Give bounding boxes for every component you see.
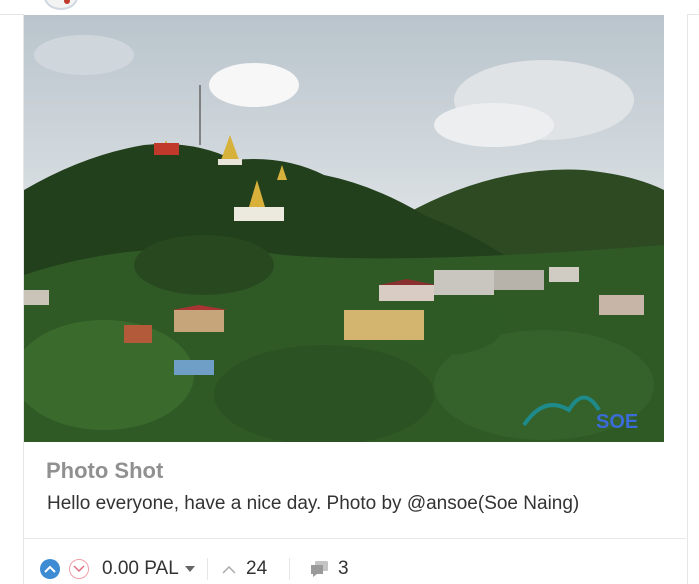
post-body: Hello everyone, have a nice day. Photo b…: [47, 493, 580, 514]
footer-separator: [289, 558, 290, 580]
photo-watermark: SOE: [596, 411, 638, 433]
comments-count[interactable]: 3: [310, 558, 349, 580]
comments-value: 3: [338, 558, 349, 579]
downvote-button[interactable]: [69, 559, 89, 579]
votes-value: 24: [246, 558, 268, 579]
footer-separator: [207, 558, 208, 580]
top-bar: [0, 0, 699, 15]
chevron-down-icon: [73, 565, 85, 573]
votes-count[interactable]: 24: [222, 558, 267, 580]
post-footer: 0.00 PAL 24 3: [0, 555, 699, 581]
upvote-button[interactable]: [40, 559, 60, 579]
caret-down-icon: [184, 566, 195, 572]
comment-icon: [311, 561, 328, 577]
author-avatar[interactable]: [44, 0, 78, 10]
payout-value: 0.00 PAL: [102, 558, 179, 579]
post-photo[interactable]: SOE: [24, 15, 664, 442]
post-title[interactable]: Photo Shot: [46, 458, 163, 484]
chevron-up-icon: [222, 565, 236, 574]
chevron-up-icon: [44, 565, 56, 573]
footer-divider: [24, 538, 686, 539]
payout-dropdown[interactable]: 0.00 PAL: [102, 558, 195, 580]
